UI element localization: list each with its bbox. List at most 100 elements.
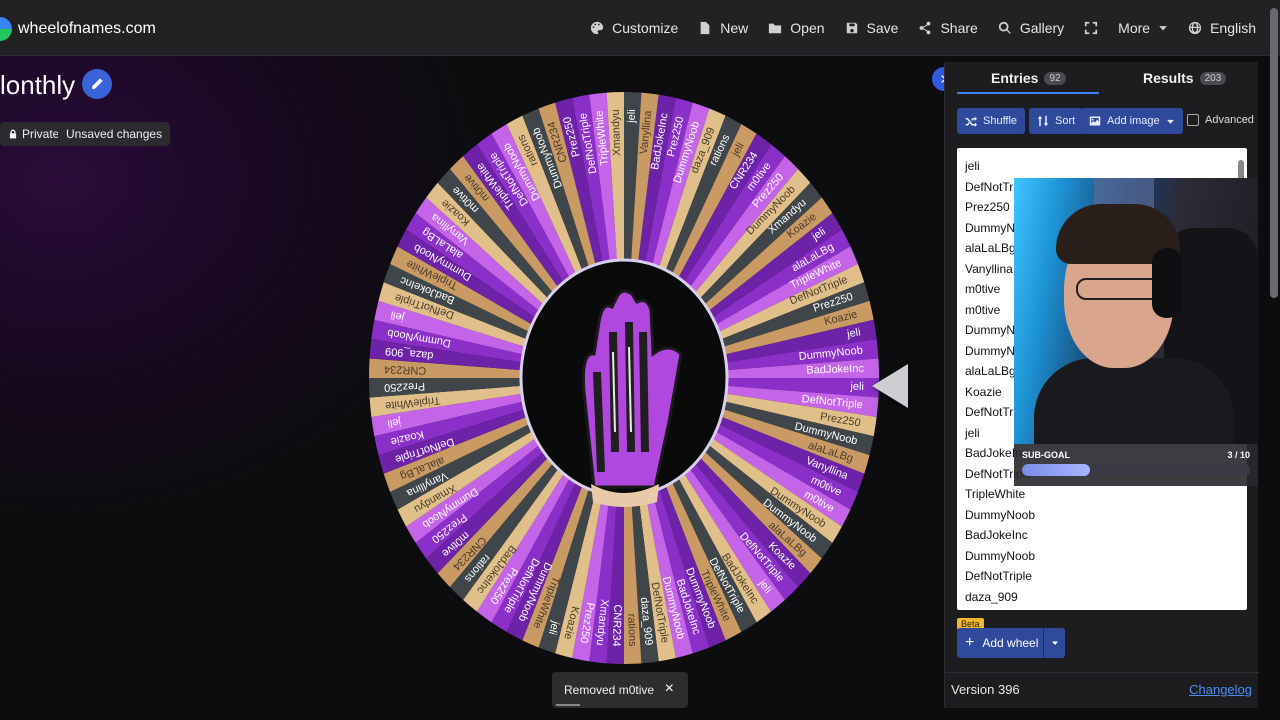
- top-nav: Customize New Open Save Share Gallery Mo…: [580, 16, 1266, 40]
- more-label: More: [1118, 20, 1151, 36]
- search-icon: [998, 21, 1011, 34]
- gallery-button[interactable]: Gallery: [988, 16, 1074, 40]
- add-wheel-button[interactable]: + Add wheel: [957, 628, 1065, 658]
- tab-results-label: Results: [1143, 70, 1194, 86]
- site-name: wheelofnames.com: [18, 20, 156, 37]
- wheel-canvas[interactable]: jeliDefNotTriplePrez250DummyNoobalaLaLBg…: [369, 92, 881, 668]
- brand[interactable]: wheelofnames.com: [0, 17, 156, 41]
- entry-line[interactable]: daza_909: [957, 587, 1247, 608]
- customize-button[interactable]: Customize: [580, 16, 688, 40]
- save-icon: [846, 22, 857, 34]
- chevron-down-icon: [1051, 641, 1058, 645]
- subgoal-value: 3 / 10: [1227, 450, 1250, 460]
- globe-icon: [1188, 21, 1202, 35]
- open-button[interactable]: Open: [758, 16, 834, 40]
- page-scrollbar[interactable]: [1270, 8, 1278, 298]
- wheel-slice-label: rations: [625, 613, 638, 647]
- entry-line[interactable]: jeli: [957, 156, 1247, 177]
- advanced-toggle[interactable]: Advanced: [1187, 114, 1254, 126]
- subgoal-label: SUB-GOAL: [1022, 450, 1070, 460]
- sort-button[interactable]: Sort: [1029, 108, 1084, 134]
- wheel-logo-icon: [0, 17, 12, 41]
- shuffle-icon: [965, 116, 977, 127]
- palette-icon: [591, 21, 604, 35]
- wheel-slice-label: jeli: [626, 109, 638, 124]
- language-label: English: [1210, 20, 1256, 36]
- changelog-link[interactable]: Changelog: [1189, 682, 1252, 697]
- add-wheel-dropdown[interactable]: [1043, 628, 1065, 658]
- tab-entries-label: Entries: [991, 70, 1039, 86]
- image-icon: [1089, 116, 1101, 126]
- top-bar: wheelofnames.com Customize New Open Save…: [0, 0, 1280, 56]
- unsaved-changes-chip: Unsaved changes: [58, 122, 171, 146]
- sort-label: Sort: [1055, 115, 1076, 127]
- advanced-checkbox[interactable]: [1187, 114, 1199, 126]
- wheel-slice-label: CNR234: [384, 363, 427, 376]
- webcam-overlay: [1014, 178, 1258, 444]
- wheel-slice-label: Xmandyu: [610, 109, 624, 156]
- customize-label: Customize: [612, 20, 679, 36]
- wheel-slice-label: jeli: [845, 326, 861, 340]
- headset-icon: [1152, 248, 1182, 318]
- wheel-slice-label: CNR234: [610, 604, 623, 647]
- privacy-label: Private: [22, 127, 60, 141]
- wheel[interactable]: jeli DefNotTriple Prez250 DummyNoob alaLaLBg…: [369, 92, 881, 668]
- file-icon: [700, 21, 710, 35]
- toast-notification: Removed m0tive ×: [552, 672, 688, 708]
- subgoal-progress-fill: [1022, 464, 1091, 476]
- save-label: Save: [866, 20, 899, 36]
- toast-close-icon[interactable]: ×: [665, 680, 674, 698]
- webcam-body: [1034, 358, 1234, 444]
- new-button[interactable]: New: [688, 16, 758, 40]
- fullscreen-icon: [1085, 21, 1098, 35]
- entries-count-badge: 92: [1044, 71, 1066, 85]
- lock-icon: [9, 129, 17, 139]
- entry-line[interactable]: TripleWhite: [957, 484, 1247, 505]
- wheel-title: lonthly: [0, 70, 76, 100]
- sort-icon: [1037, 115, 1049, 127]
- gallery-label: Gallery: [1019, 20, 1065, 36]
- shuffle-label: Shuffle: [983, 115, 1018, 127]
- unsaved-label: Unsaved changes: [66, 127, 163, 141]
- wheel-slice-label: jeli: [386, 415, 402, 429]
- share-button[interactable]: Share: [908, 16, 987, 40]
- chevron-down-icon: [1159, 26, 1167, 31]
- plus-icon: +: [965, 634, 975, 651]
- add-image-button[interactable]: Add image: [1081, 108, 1183, 134]
- entry-line[interactable]: BadJokeInc: [957, 525, 1247, 546]
- folder-icon: [769, 23, 782, 34]
- subgoal-progress-track: [1022, 464, 1250, 476]
- version-label: Version 396: [951, 682, 1020, 697]
- subgoal-widget: SUB-GOAL 3 / 10: [1014, 444, 1258, 486]
- webcam-glasses: [1076, 278, 1162, 300]
- pencil-icon: [92, 78, 103, 89]
- open-label: Open: [790, 20, 825, 36]
- entry-line[interactable]: DummyNoob: [957, 546, 1247, 567]
- toast-progress: [556, 704, 580, 706]
- add-image-label: Add image: [1107, 115, 1160, 127]
- share-label: Share: [940, 20, 978, 36]
- save-button[interactable]: Save: [835, 16, 909, 40]
- active-tab-indicator: [957, 92, 1099, 94]
- more-button[interactable]: More: [1108, 16, 1178, 40]
- wheel-slice-label: BadJokeInc: [806, 363, 864, 377]
- share-icon: [920, 21, 931, 35]
- add-wheel-label: Add wheel: [982, 636, 1039, 650]
- chevron-down-icon: [1166, 119, 1174, 124]
- wheel-slice-label: Prez250: [384, 380, 425, 393]
- entry-line[interactable]: DefNotTriple: [957, 566, 1247, 587]
- entry-line[interactable]: DummyNoob: [957, 505, 1247, 526]
- divider: [945, 672, 1259, 673]
- wheel-slice-label: jeli: [849, 381, 864, 393]
- new-label: New: [720, 20, 749, 36]
- advanced-label: Advanced: [1205, 114, 1254, 126]
- toast-message: Removed m0tive: [564, 683, 655, 697]
- edit-title-button[interactable]: [82, 69, 112, 99]
- tab-entries[interactable]: Entries 92: [991, 70, 1066, 86]
- wheel-pointer-icon: [872, 364, 908, 408]
- results-count-badge: 203: [1199, 71, 1227, 85]
- language-button[interactable]: English: [1178, 16, 1266, 40]
- tab-results[interactable]: Results 203: [1143, 70, 1227, 86]
- shuffle-button[interactable]: Shuffle: [957, 108, 1026, 134]
- fullscreen-button[interactable]: [1074, 17, 1108, 39]
